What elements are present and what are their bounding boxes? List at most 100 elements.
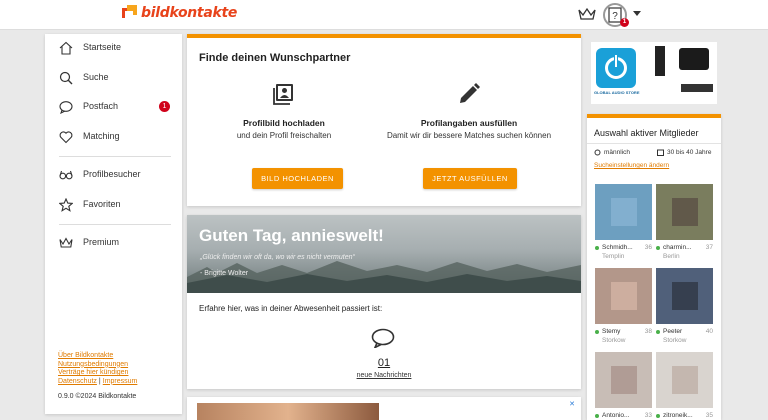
profile-text: Damit wir dir bessere Matches suchen kön… bbox=[386, 131, 552, 140]
logo[interactable]: bildkontakte bbox=[122, 5, 237, 21]
logo-text: bildkontakte bbox=[141, 5, 238, 21]
quote-author: - Brigitte Wolter bbox=[200, 270, 249, 277]
upload-photo-button[interactable]: BILD HOCHLADEN bbox=[252, 168, 343, 189]
member-photo bbox=[656, 268, 713, 324]
members-title: Auswahl aktiver Mitglieder bbox=[594, 128, 699, 138]
online-dot bbox=[595, 413, 599, 418]
member-name: Peeter bbox=[663, 328, 683, 335]
member-tile[interactable]: zitroneik... 35 bbox=[656, 352, 713, 419]
profile-fill-section: Profilangaben ausfüllen Damit wir dir be… bbox=[384, 82, 554, 141]
premium-crown-icon[interactable] bbox=[578, 7, 596, 21]
online-dot bbox=[656, 245, 660, 250]
glasses-icon bbox=[59, 170, 73, 180]
about-link[interactable]: Über Bildkontakte bbox=[58, 352, 173, 361]
ad-brand-label: GLOBAL AUDIO STORE bbox=[594, 90, 640, 95]
bottom-ad-card: ✕ bbox=[187, 397, 581, 420]
logo-icon bbox=[122, 5, 138, 21]
sidebar-item-favoriten[interactable]: Favoriten bbox=[45, 191, 182, 219]
member-photo bbox=[656, 184, 713, 240]
imprint-link[interactable]: Impressum bbox=[103, 378, 138, 387]
sidebar-item-profilbesucher[interactable]: Profilbesucher bbox=[45, 161, 182, 189]
quote-text: „Glück finden wir oft da, wo wir es nich… bbox=[200, 254, 355, 261]
link-separator: | bbox=[98, 377, 101, 385]
sidebar-item-startseite[interactable]: Startseite bbox=[45, 34, 182, 62]
search-settings-link[interactable]: Sucheinstellungen ändern bbox=[594, 162, 669, 169]
wish-partner-card: Finde deinen Wunschpartner Profilbild ho… bbox=[187, 34, 581, 206]
online-dot bbox=[656, 413, 660, 418]
member-tile[interactable]: Peeter 40 Storkow bbox=[656, 268, 713, 344]
photo-heading: Profilbild hochladen bbox=[243, 118, 325, 128]
greeting: Guten Tag, annieswelt! bbox=[199, 226, 384, 245]
power-logo-icon bbox=[596, 48, 636, 88]
device-image bbox=[679, 48, 709, 70]
gender-icon bbox=[594, 149, 601, 156]
chat-bubble-icon bbox=[371, 328, 395, 348]
gender-filter: männlich bbox=[594, 149, 630, 156]
member-photo bbox=[656, 352, 713, 408]
search-icon bbox=[59, 71, 73, 85]
notification-badge: 1 bbox=[620, 18, 629, 27]
divider bbox=[587, 143, 721, 144]
terms-link[interactable]: Nutzungsbedingungen bbox=[58, 361, 173, 370]
calendar-icon bbox=[657, 149, 664, 156]
version-text: 0.9.0 ©2024 Bildkontakte bbox=[58, 393, 137, 400]
new-messages-link[interactable]: neue Nachrichten bbox=[187, 372, 581, 379]
member-photo bbox=[595, 268, 652, 324]
sidebar-item-label: Matching bbox=[83, 131, 120, 141]
member-city: Berlin bbox=[663, 253, 680, 260]
photo-album-icon bbox=[273, 84, 293, 105]
member-photo bbox=[595, 352, 652, 408]
sidebar-item-premium[interactable]: Premium bbox=[45, 229, 182, 257]
member-name: Stemy bbox=[602, 328, 621, 335]
sidebar-item-label: Profilbesucher bbox=[83, 169, 141, 179]
gender-value: männlich bbox=[604, 149, 631, 156]
close-icon[interactable]: ✕ bbox=[569, 400, 575, 408]
cancel-contract-link[interactable]: Verträge hier kündigen bbox=[58, 369, 173, 378]
sidebar-item-suche[interactable]: Suche bbox=[45, 64, 182, 92]
message-count[interactable]: 01 bbox=[187, 357, 581, 369]
sidebar-item-matching[interactable]: Matching bbox=[45, 123, 182, 151]
top-bar: bildkontakte ? 1 bbox=[0, 0, 768, 30]
member-age: 40 bbox=[705, 328, 713, 335]
online-dot bbox=[656, 329, 660, 334]
sidebar: Startseite Suche Postfach 1 Matching Pro… bbox=[45, 34, 182, 414]
member-photo bbox=[595, 184, 652, 240]
card-title: Finde deinen Wunschpartner bbox=[199, 52, 351, 64]
member-name: Schmidh... bbox=[602, 244, 633, 251]
member-city: Templin bbox=[602, 253, 625, 260]
sidebar-item-postfach[interactable]: Postfach 1 bbox=[45, 93, 182, 121]
age-filter: 30 bis 40 Jahre bbox=[657, 149, 711, 156]
chat-icon bbox=[59, 101, 73, 114]
sidebar-item-label: Startseite bbox=[83, 42, 122, 52]
keyboard-image bbox=[681, 84, 713, 92]
svg-text:?: ? bbox=[612, 11, 618, 22]
member-name: charmin... bbox=[663, 244, 692, 251]
chevron-down-icon[interactable] bbox=[633, 11, 641, 16]
member-age: 37 bbox=[705, 244, 713, 251]
privacy-link[interactable]: Datenschutz bbox=[58, 378, 97, 387]
profile-heading: Profilangaben ausfüllen bbox=[420, 118, 518, 128]
unread-badge: 1 bbox=[159, 101, 170, 112]
active-members-card: Auswahl aktiver Mitglieder männlich 30 b… bbox=[587, 114, 721, 420]
member-tile[interactable]: Antonio... 33 bbox=[595, 352, 652, 419]
online-dot bbox=[595, 245, 599, 250]
member-name: Antonio... bbox=[602, 412, 630, 419]
pencil-icon bbox=[460, 83, 480, 103]
crown-icon bbox=[59, 237, 73, 248]
ad-banner[interactable] bbox=[197, 403, 379, 420]
absence-subtitle: Erfahre hier, was in deiner Abwesenheit … bbox=[199, 304, 383, 313]
member-tile[interactable]: Schmidh... 36 Templin bbox=[595, 184, 652, 260]
fill-profile-button[interactable]: JETZT AUSFÜLLEN bbox=[423, 168, 517, 189]
member-tile[interactable]: Stemy 38 Storkow bbox=[595, 268, 652, 344]
home-icon bbox=[59, 41, 73, 55]
photo-text: und dein Profil freischalten bbox=[236, 131, 332, 140]
divider bbox=[59, 224, 171, 225]
member-age: 33 bbox=[644, 412, 652, 419]
member-tile[interactable]: charmin... 37 Berlin bbox=[656, 184, 713, 260]
member-age: 35 bbox=[705, 412, 713, 419]
age-range: 30 bis 40 Jahre bbox=[667, 149, 712, 156]
divider bbox=[59, 156, 171, 157]
right-ad[interactable]: GLOBAL AUDIO STORE bbox=[591, 42, 717, 104]
footer-links: Über Bildkontakte Nutzungsbedingungen Ve… bbox=[58, 352, 173, 386]
member-age: 36 bbox=[644, 244, 652, 251]
